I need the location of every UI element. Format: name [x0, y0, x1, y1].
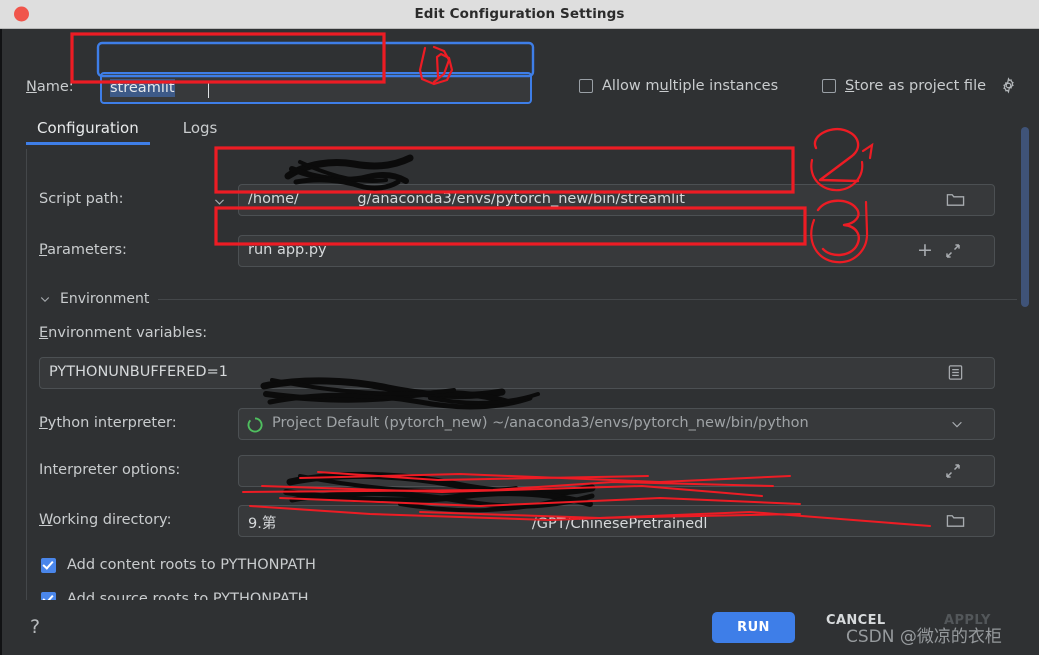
edit-configuration-dialog: Edit Configuration Settings Name: stream… [0, 0, 1039, 655]
store-as-project-file-checkbox[interactable]: Store as project file [822, 78, 986, 94]
parameters-value: run app.py [248, 242, 327, 258]
folder-icon[interactable] [946, 191, 965, 208]
environment-section-header[interactable]: Environment [39, 289, 1017, 309]
script-path-input[interactable]: /home/abcdefgg/anaconda3/envs/pytorch_ne… [238, 184, 995, 216]
environment-variables-label: Environment variables: [39, 325, 208, 341]
plus-icon[interactable]: + [917, 241, 933, 260]
help-button[interactable]: ? [30, 616, 40, 638]
script-path-label: Script path: [39, 191, 124, 207]
name-input[interactable]: streamlit [100, 72, 532, 104]
interpreter-options-input[interactable] [238, 455, 995, 487]
add-content-roots-label: Add content roots to PYTHONPATH [67, 557, 316, 573]
loading-spinner-icon [246, 416, 263, 433]
dialog-body: Name: streamlit Allow multiple instances… [0, 29, 1039, 655]
name-label: Name: [26, 79, 74, 95]
working-directory-value: 9.第十点 Open汉语模型 预训练 项目文件夹/GPT/ChinesePret… [248, 516, 708, 532]
parameters-input[interactable]: run app.py [238, 235, 995, 267]
environment-variables-row: PYTHONUNBUFFERED=1 [27, 356, 1017, 390]
environment-section-title: Environment [60, 291, 150, 307]
scrollbar-thumb[interactable] [1021, 127, 1029, 307]
add-content-roots-checkbox[interactable]: Add content roots to PYTHONPATH [41, 557, 316, 573]
python-interpreter-label: Python interpreter: [39, 415, 177, 431]
store-as-project-file-label: Store as project file [845, 78, 987, 94]
settings-panel: Script path: /home/abcdefgg/anaconda3/en… [26, 149, 1017, 607]
checkbox-box-icon [579, 79, 593, 93]
folder-icon[interactable] [946, 512, 965, 529]
interpreter-options-row: Interpreter options: [27, 454, 1017, 488]
environment-variables-input[interactable]: PYTHONUNBUFFERED=1 [39, 357, 995, 389]
vertical-scrollbar[interactable] [1019, 119, 1031, 560]
gear-icon[interactable] [1000, 77, 1017, 94]
parameters-row: Parameters: run app.py + [27, 234, 1017, 268]
watermark: CSDN @微凉的衣柜 [846, 627, 1002, 647]
working-directory-label: Working directory: [39, 512, 172, 528]
expand-arrows-icon[interactable] [945, 243, 961, 259]
title-bar: Edit Configuration Settings [0, 0, 1039, 29]
window-title: Edit Configuration Settings [414, 6, 625, 22]
tab-logs[interactable]: Logs [172, 115, 229, 145]
name-input-value: streamlit [110, 79, 175, 97]
parameters-label: Parameters: [39, 242, 127, 258]
script-path-row: Script path: /home/abcdefgg/anaconda3/en… [27, 183, 1017, 217]
environment-variables-value: PYTHONUNBUFFERED=1 [49, 364, 228, 380]
script-path-value: /home/abcdefgg/anaconda3/envs/pytorch_ne… [248, 191, 685, 207]
tab-configuration[interactable]: Configuration [26, 115, 150, 145]
list-edit-icon[interactable] [947, 364, 964, 381]
checkbox-box-icon [822, 79, 836, 93]
allow-multiple-instances-checkbox[interactable]: Allow multiple instances [579, 78, 778, 94]
checkbox-checked-icon [41, 557, 56, 573]
chevron-down-icon [39, 293, 51, 305]
run-button[interactable]: RUN [712, 612, 795, 643]
python-interpreter-row: Python interpreter: Project Default (pyt… [27, 407, 1017, 441]
allow-multiple-instances-label: Allow multiple instances [602, 78, 779, 94]
section-divider [158, 298, 1017, 300]
expand-arrows-icon[interactable] [945, 463, 961, 479]
environment-variables-label-row: Environment variables: [27, 317, 1017, 351]
configuration-content: Configuration Logs Script path: /home/ab… [2, 115, 1039, 607]
chevron-down-icon[interactable] [949, 416, 964, 431]
interpreter-options-label: Interpreter options: [39, 462, 181, 478]
working-directory-input[interactable]: 9.第十点 Open汉语模型 预训练 项目文件夹/GPT/ChinesePret… [238, 505, 995, 537]
chevron-down-icon[interactable] [213, 195, 226, 208]
tab-bar: Configuration Logs [26, 115, 228, 149]
close-dot-icon[interactable] [14, 6, 29, 22]
python-interpreter-value: Project Default (pytorch_new) ~/anaconda… [272, 415, 809, 431]
python-interpreter-select[interactable]: Project Default (pytorch_new) ~/anaconda… [238, 408, 995, 440]
name-row: Name: streamlit Allow multiple instances… [2, 29, 1039, 104]
working-directory-row: Working directory: 9.第十点 Open汉语模型 预训练 项目… [27, 504, 1017, 538]
text-caret [208, 81, 209, 98]
